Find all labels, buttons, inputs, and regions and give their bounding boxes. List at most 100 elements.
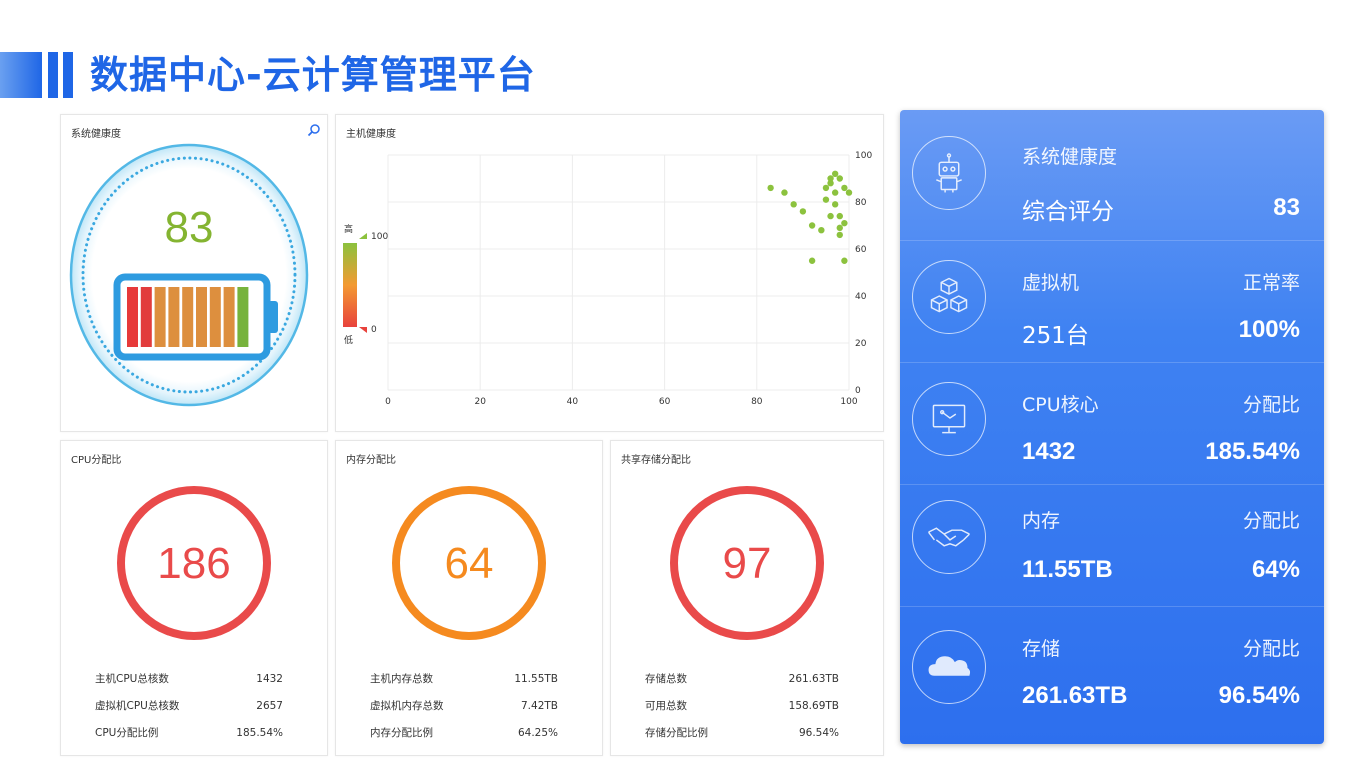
- stat-value: 1432: [256, 673, 283, 685]
- color-scale-min-label: 0: [371, 325, 377, 335]
- summary-row-vms: 虚拟机 正常率 251台 100%: [900, 240, 1324, 366]
- summary-right-label: 分配比: [1242, 510, 1300, 532]
- scatter-point[interactable]: [836, 175, 843, 182]
- page-title: 数据中心-云计算管理平台: [90, 53, 536, 97]
- battery-cell: [168, 287, 180, 347]
- stat-value: 96.54%: [798, 727, 839, 739]
- battery-cell: [154, 287, 166, 347]
- summary-label: 内存: [1022, 510, 1061, 532]
- summary-right-label: 分配比: [1242, 638, 1300, 660]
- x-tick-label: 20: [474, 397, 486, 407]
- battery-cell: [127, 287, 138, 347]
- scatter-point[interactable]: [841, 219, 848, 227]
- scatter-point[interactable]: [790, 201, 797, 208]
- storage-ratio-value: 97: [722, 539, 772, 588]
- summary-right-value: 100%: [1238, 316, 1300, 343]
- cpu-allocation-panel: CPU分配比 186 主机CPU总核数 1432 虚拟机CPU总核数 2657 …: [60, 440, 328, 756]
- summary-right-value: 96.54%: [1218, 682, 1300, 709]
- stat-label: 可用总数: [645, 700, 687, 712]
- stat-row: 存储分配比例 96.54%: [611, 720, 883, 747]
- scatter-point[interactable]: [831, 170, 839, 177]
- scatter-point[interactable]: [831, 201, 839, 208]
- stat-value: 261.63TB: [788, 673, 839, 685]
- scatter-point[interactable]: [836, 212, 843, 220]
- x-tick-label: 40: [567, 397, 579, 407]
- stat-label: 虚拟机CPU总核数: [95, 700, 180, 712]
- scatter-point[interactable]: [808, 222, 816, 229]
- color-scale-bar: [343, 243, 357, 327]
- scatter-point[interactable]: [822, 196, 830, 203]
- stat-label: 存储分配比例: [645, 727, 708, 739]
- handshake-icon: [912, 500, 986, 574]
- panel-title: CPU分配比: [71, 455, 122, 466]
- dashboard-page: 数据中心-云计算管理平台 系统健康度 83 主机健康度 高 低 100 0 0 …: [0, 0, 1364, 768]
- cubes-icon: [912, 260, 986, 334]
- summary-label: 虚拟机: [1022, 272, 1080, 294]
- host-health-panel: 主机健康度 高 低 100 0 0 20 40 60 80 100 0 20 40 60 80 100: [335, 114, 884, 432]
- health-score: 83: [164, 203, 214, 252]
- summary-value: 11.55TB: [1022, 556, 1113, 583]
- scatter-point[interactable]: [799, 208, 807, 215]
- robot-icon: [912, 136, 986, 210]
- cpu-ratio-value: 186: [157, 539, 231, 588]
- x-tick-label: 60: [659, 397, 671, 407]
- header-accent-bar: [48, 52, 58, 98]
- scatter-point[interactable]: [836, 231, 843, 239]
- scatter-point[interactable]: [845, 189, 853, 196]
- y-tick-label: 100: [855, 151, 872, 161]
- y-tick-label: 60: [855, 245, 867, 255]
- scatter-point[interactable]: [836, 224, 843, 232]
- stat-row: CPU分配比例 185.54%: [61, 720, 327, 747]
- scatter-point[interactable]: [767, 184, 774, 192]
- system-health-panel: 系统健康度 83: [60, 114, 328, 432]
- stat-label: 内存分配比例: [370, 727, 433, 739]
- color-scale-high-label: 高: [344, 223, 353, 235]
- x-tick-label: 0: [385, 397, 391, 407]
- summary-value: 251台: [1022, 323, 1089, 349]
- color-scale-high-marker: [359, 233, 367, 239]
- stat-row: 可用总数 158.69TB: [611, 693, 883, 720]
- scatter-point[interactable]: [781, 189, 788, 196]
- host-health-scatter-chart: 高 低 100 0 0 20 40 60 80 100020406080100: [343, 151, 872, 407]
- memory-ratio-value: 64: [444, 539, 494, 588]
- color-scale-low-label: 低: [344, 334, 353, 346]
- battery-cell: [223, 287, 235, 347]
- stat-value: 158.69TB: [788, 700, 839, 712]
- memory-allocation-panel: 内存分配比 64 主机内存总数 11.55TB 虚拟机内存总数 7.42TB 内…: [335, 440, 603, 756]
- summary-right-label: 分配比: [1242, 394, 1300, 416]
- scatter-point[interactable]: [818, 227, 825, 234]
- scatter-point[interactable]: [841, 257, 848, 264]
- stat-label: CPU分配比例: [95, 727, 159, 739]
- header-accent-block: [0, 52, 42, 98]
- scatter-point[interactable]: [831, 189, 839, 196]
- cloud-icon: [912, 630, 986, 704]
- scatter-point[interactable]: [841, 184, 848, 192]
- summary-right-value: 64%: [1251, 556, 1300, 583]
- summary-right-value: 83: [1273, 194, 1300, 221]
- stat-label: 主机内存总数: [370, 673, 433, 685]
- color-scale-max-label: 100: [371, 232, 388, 242]
- scatter-point[interactable]: [827, 175, 834, 182]
- scatter-point[interactable]: [822, 184, 830, 192]
- stat-value: 64.25%: [517, 727, 558, 739]
- stat-label: 存储总数: [645, 673, 687, 685]
- x-tick-label: 100: [840, 397, 857, 407]
- storage-allocation-panel: 共享存储分配比 97 存储总数 261.63TB 可用总数 158.69TB 存…: [610, 440, 884, 756]
- summary-label: 存储: [1022, 638, 1061, 660]
- search-icon[interactable]: [307, 123, 321, 137]
- stat-value: 7.42TB: [521, 700, 558, 712]
- summary-right-value: 185.54%: [1205, 438, 1300, 465]
- summary-label: 系统健康度: [1022, 146, 1118, 168]
- summary-row-health: 系统健康度 综合评分 83: [900, 110, 1324, 236]
- stat-row: 主机CPU总核数 1432: [61, 666, 327, 693]
- scatter-point[interactable]: [808, 257, 816, 264]
- y-tick-label: 40: [855, 292, 867, 302]
- summary-value: 综合评分: [1022, 199, 1114, 225]
- stat-label: 主机CPU总核数: [95, 673, 169, 685]
- stat-value: 185.54%: [236, 727, 283, 739]
- y-tick-label: 20: [855, 339, 867, 349]
- storage-stats: 存储总数 261.63TB 可用总数 158.69TB 存储分配比例 96.54…: [611, 666, 883, 747]
- summary-value: 261.63TB: [1022, 682, 1128, 709]
- scatter-point[interactable]: [827, 212, 834, 220]
- battery-cell: [209, 287, 221, 347]
